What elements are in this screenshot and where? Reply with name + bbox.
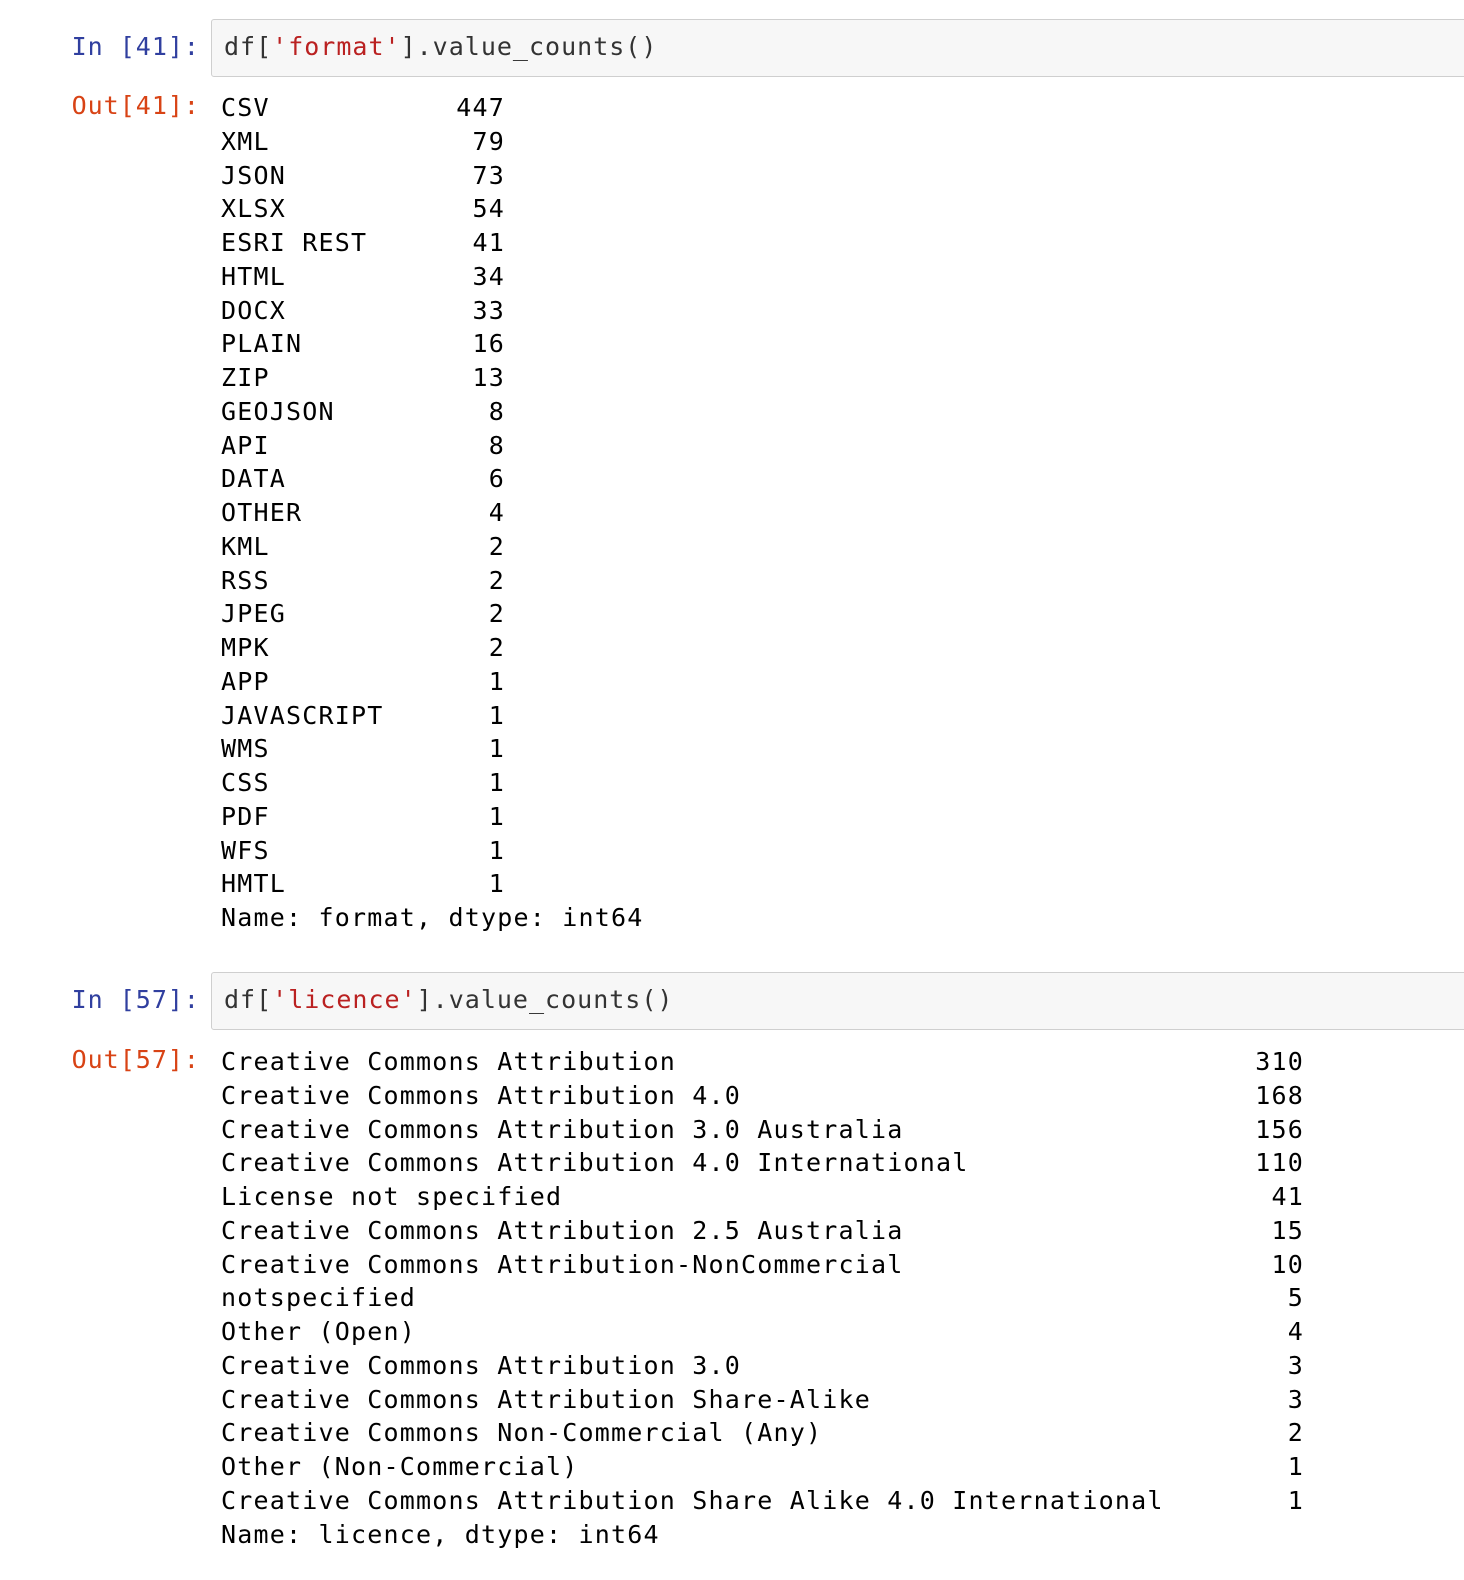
output-row: HMTL 1 [221, 867, 644, 901]
code-string-literal: 'licence' [272, 985, 417, 1014]
code-suffix: ].value_counts() [400, 32, 658, 61]
input-prompt: In [57]: [71, 985, 200, 1014]
row-count: 1 [488, 700, 505, 730]
row-count: 13 [472, 363, 505, 392]
output-row: HTML 34 [221, 260, 644, 294]
row-count: 41 [472, 228, 505, 257]
output-row: Creative Commons Attribution 310 [221, 1045, 1303, 1079]
output-row: WMS 1 [221, 732, 644, 766]
output-row: PLAIN 16 [221, 327, 644, 361]
code-input-area[interactable]: df['format'].value_counts() [211, 19, 1464, 77]
output-prompt: Out[41]: [71, 91, 200, 120]
output-row: Creative Commons Attribution 2.5 Austral… [221, 1214, 1303, 1248]
output-row: MPK 2 [221, 631, 644, 665]
output-row: Creative Commons Attribution 4.0 168 [221, 1079, 1303, 1113]
row-count: 2 [488, 599, 505, 629]
output-row: Other (Non-Commercial) 1 [221, 1450, 1303, 1484]
output-row: Creative Commons Attribution 3.0 Austral… [221, 1113, 1303, 1147]
row-count: 1 [488, 734, 505, 764]
output-row: Other (Open) 4 [221, 1315, 1303, 1349]
output-row: RSS 2 [221, 564, 644, 598]
row-count: 54 [472, 194, 505, 224]
row-count: 3 [1287, 1350, 1304, 1380]
output-row: APP 1 [221, 665, 644, 699]
output-row: ESRI REST 41 [221, 226, 644, 260]
row-count: 73 [472, 160, 505, 190]
output-row: GEOJSON 8 [221, 395, 644, 429]
row-count: 33 [472, 295, 505, 325]
row-count: 10 [1271, 1249, 1304, 1279]
output-row: API 8 [221, 429, 644, 463]
output-row: DOCX 33 [221, 294, 644, 328]
code-suffix: ].value_counts() [416, 985, 674, 1014]
row-count: 2 [1287, 1418, 1304, 1448]
output-row: ZIP 13 [221, 361, 644, 395]
row-count: 8 [488, 396, 505, 426]
output-row: Creative Commons Attribution Share-Alike… [221, 1383, 1303, 1417]
output-prompt: Out[57]: [71, 1045, 200, 1074]
input-prompt: In [41]: [71, 32, 200, 61]
output-row: XLSX 54 [221, 192, 644, 226]
row-count: 310 [1255, 1047, 1304, 1076]
output-row: Creative Commons Non-Commercial (Any) 2 [221, 1416, 1303, 1450]
output-row: Creative Commons Attribution-NonCommerci… [221, 1248, 1303, 1282]
output-row: OTHER 4 [221, 496, 644, 530]
row-count: 1 [488, 801, 505, 831]
output-row: DATA 6 [221, 462, 644, 496]
row-count: 2 [488, 565, 505, 595]
code-input-area[interactable]: df['licence'].value_counts() [211, 972, 1464, 1030]
output-row: notspecified 5 [221, 1281, 1303, 1315]
row-count: 15 [1271, 1215, 1304, 1245]
row-count: 4 [488, 498, 505, 527]
row-count: 1 [1287, 1452, 1304, 1481]
output-row: CSV 447 [221, 91, 644, 125]
row-count: 6 [488, 464, 505, 494]
code-prefix: df[ [224, 985, 273, 1014]
row-count: 1 [488, 835, 505, 865]
row-count: 1 [488, 869, 505, 899]
row-count: 5 [1287, 1283, 1304, 1313]
code-string-literal: 'format' [272, 32, 401, 61]
row-count: 16 [472, 329, 505, 359]
output-row: KML 2 [221, 530, 644, 564]
code-line: df['format'].value_counts() [224, 32, 657, 61]
row-count: 41 [1271, 1182, 1304, 1211]
series-footer: Name: licence, dtype: int64 [221, 1519, 660, 1549]
output-row: JPEG 2 [221, 597, 644, 631]
code-prefix: df[ [224, 32, 273, 61]
row-count: 1 [488, 768, 505, 797]
row-count: 2 [488, 531, 505, 561]
row-count: 34 [472, 261, 505, 291]
output-row: PDF 1 [221, 800, 644, 834]
output-row: XML 79 [221, 125, 644, 159]
output-row: WFS 1 [221, 834, 644, 868]
output-row: Creative Commons Attribution 4.0 Interna… [221, 1146, 1303, 1180]
row-count: 79 [472, 126, 505, 156]
row-count: 168 [1255, 1080, 1304, 1110]
row-count: 156 [1255, 1114, 1304, 1144]
row-count: 447 [456, 93, 505, 122]
row-count: 1 [1287, 1485, 1304, 1515]
row-count: 2 [488, 633, 505, 662]
series-footer: Name: format, dtype: int64 [221, 903, 644, 932]
output-row: License not specified 41 [221, 1180, 1303, 1214]
value-counts-output: Creative Commons Attribution 310 Creative … [221, 1045, 1303, 1551]
output-row: CSS 1 [221, 766, 644, 800]
row-count: 8 [488, 430, 505, 460]
output-row: Creative Commons Attribution 3.0 3 [221, 1349, 1303, 1383]
row-count: 3 [1287, 1384, 1304, 1414]
value-counts-output: CSV 447 XML 79 JSON 73 XLSX 54 ESRI REST 41 HTML 34… [221, 91, 644, 935]
output-row: JAVASCRIPT 1 [221, 699, 644, 733]
output-row: Creative Commons Attribution Share Alike… [221, 1484, 1303, 1518]
row-count: 110 [1255, 1148, 1304, 1178]
code-line: df['licence'].value_counts() [224, 985, 673, 1014]
row-count: 4 [1287, 1317, 1304, 1346]
row-count: 1 [488, 666, 505, 696]
output-row: JSON 73 [221, 159, 644, 193]
